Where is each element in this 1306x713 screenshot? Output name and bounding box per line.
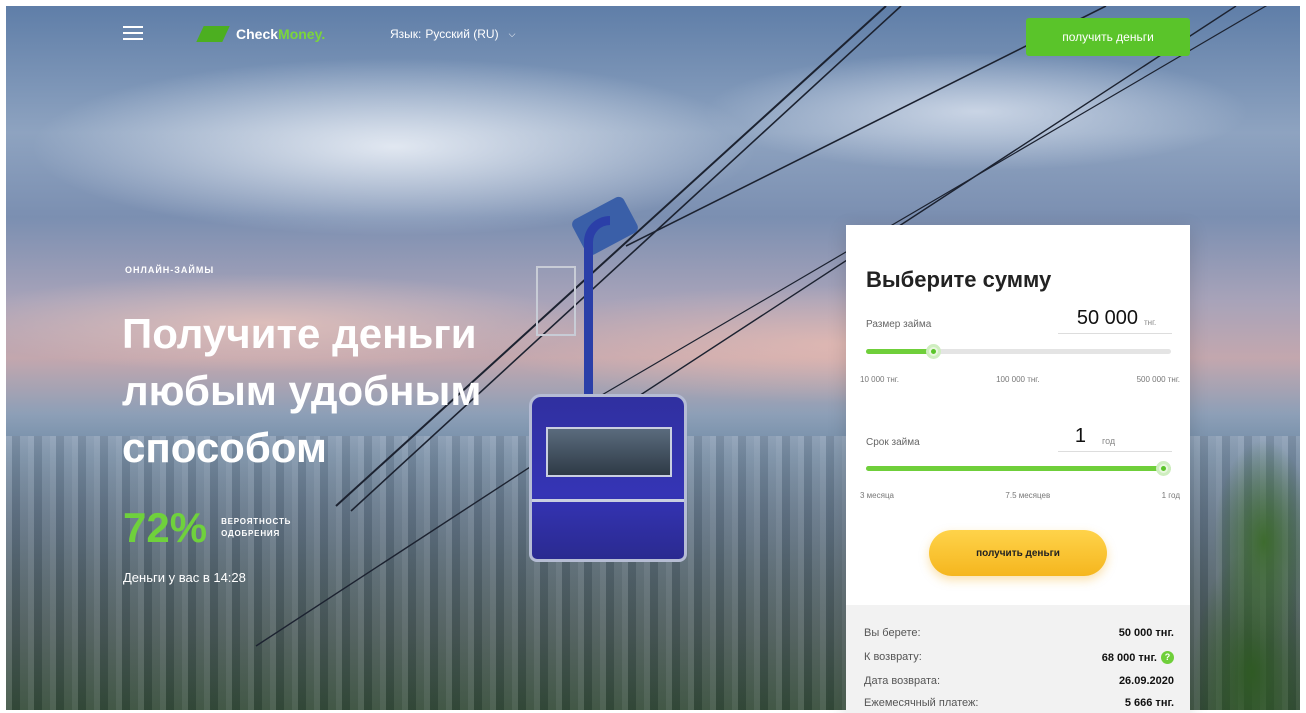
- hero-headline: Получите деньги любым удобным способом: [122, 310, 482, 471]
- amount-input[interactable]: 50 000: [1036, 307, 1138, 330]
- term-min: 3 месяца: [860, 491, 894, 500]
- amount-label: Размер займа: [866, 319, 932, 330]
- gondola-stripe: [532, 499, 684, 502]
- amount-slider-fill: [866, 349, 933, 354]
- approval-percent: 72%: [123, 504, 208, 551]
- term-underline: [1058, 451, 1172, 452]
- hamburger-icon[interactable]: [123, 26, 143, 40]
- summary-value: 5 666 тнг.: [1124, 697, 1174, 709]
- info-icon[interactable]: ?: [1161, 651, 1174, 664]
- amount-underline: [1058, 333, 1172, 334]
- logo-mark-icon: [198, 24, 230, 44]
- summary-row: Дата возврата: 26.09.2020: [864, 675, 1174, 687]
- summary-value: 26.09.2020: [1118, 675, 1174, 687]
- gondola-window: [546, 427, 672, 477]
- language-selector[interactable]: Язык: Русский (RU) ⌵: [390, 27, 515, 41]
- delivery-time-note: Деньги у вас в 14:28: [123, 570, 246, 585]
- gondola-cabin: [529, 394, 687, 562]
- amount-max: 500 000 тнг.: [1136, 375, 1180, 384]
- calculator-title: Выберите сумму: [866, 267, 1052, 292]
- summary-label: К возврату:: [864, 651, 922, 663]
- logo[interactable]: CheckMoney.: [198, 22, 325, 46]
- amount-unit: тнг.: [1144, 318, 1157, 327]
- chevron-down-icon: ⌵: [508, 28, 516, 39]
- amount-mid: 100 000 тнг.: [996, 375, 1040, 384]
- get-money-header-button[interactable]: получить деньги: [1026, 18, 1190, 56]
- gondola-cage: [536, 266, 576, 336]
- approval-label: вероятность одобрения: [221, 517, 292, 538]
- amount-scale: 10 000 тнг. 100 000 тнг. 500 000 тнг.: [860, 375, 1180, 384]
- summary-label: Вы берете:: [864, 627, 921, 639]
- summary-row: Вы берете: 50 000 тнг.: [864, 627, 1174, 639]
- summary-row: К возврату: 68 000 тнг.?: [864, 651, 1174, 664]
- amount-min: 10 000 тнг.: [860, 375, 899, 384]
- term-mid: 7.5 месяцев: [1005, 491, 1051, 500]
- term-slider[interactable]: [866, 461, 1171, 476]
- amount-slider[interactable]: [866, 344, 1171, 359]
- loan-calculator: Выберите сумму Размер займа 50 000 тнг. …: [846, 225, 1190, 713]
- get-money-button[interactable]: получить деньги: [929, 530, 1107, 576]
- gondola-arm: [584, 216, 610, 406]
- language-value: Русский (RU): [425, 27, 499, 41]
- term-input[interactable]: 1: [1036, 425, 1086, 448]
- term-label: Срок займа: [866, 437, 920, 448]
- term-slider-fill: [866, 466, 1171, 471]
- term-scale: 3 месяца 7.5 месяцев 1 год: [860, 491, 1180, 500]
- summary-value: 68 000 тнг.: [1101, 651, 1157, 664]
- loan-summary: Вы берете: 50 000 тнг. К возврату: 68 00…: [846, 605, 1190, 713]
- term-slider-thumb[interactable]: [1156, 461, 1171, 476]
- logo-text: CheckMoney.: [236, 26, 326, 42]
- summary-value: 50 000 тнг.: [1118, 627, 1174, 639]
- hero-eyebrow: онлайн-займы: [125, 265, 215, 275]
- amount-slider-thumb[interactable]: [925, 344, 941, 359]
- summary-row: Ежемесячный платеж: 5 666 тнг.: [864, 697, 1174, 709]
- language-label: Язык:: [390, 27, 422, 41]
- summary-label: Дата возврата:: [864, 675, 941, 687]
- summary-label: Ежемесячный платеж:: [864, 697, 979, 709]
- term-unit: год: [1102, 436, 1116, 446]
- approval-stat: 72% вероятность одобрения: [123, 504, 311, 552]
- term-max: 1 год: [1161, 491, 1180, 500]
